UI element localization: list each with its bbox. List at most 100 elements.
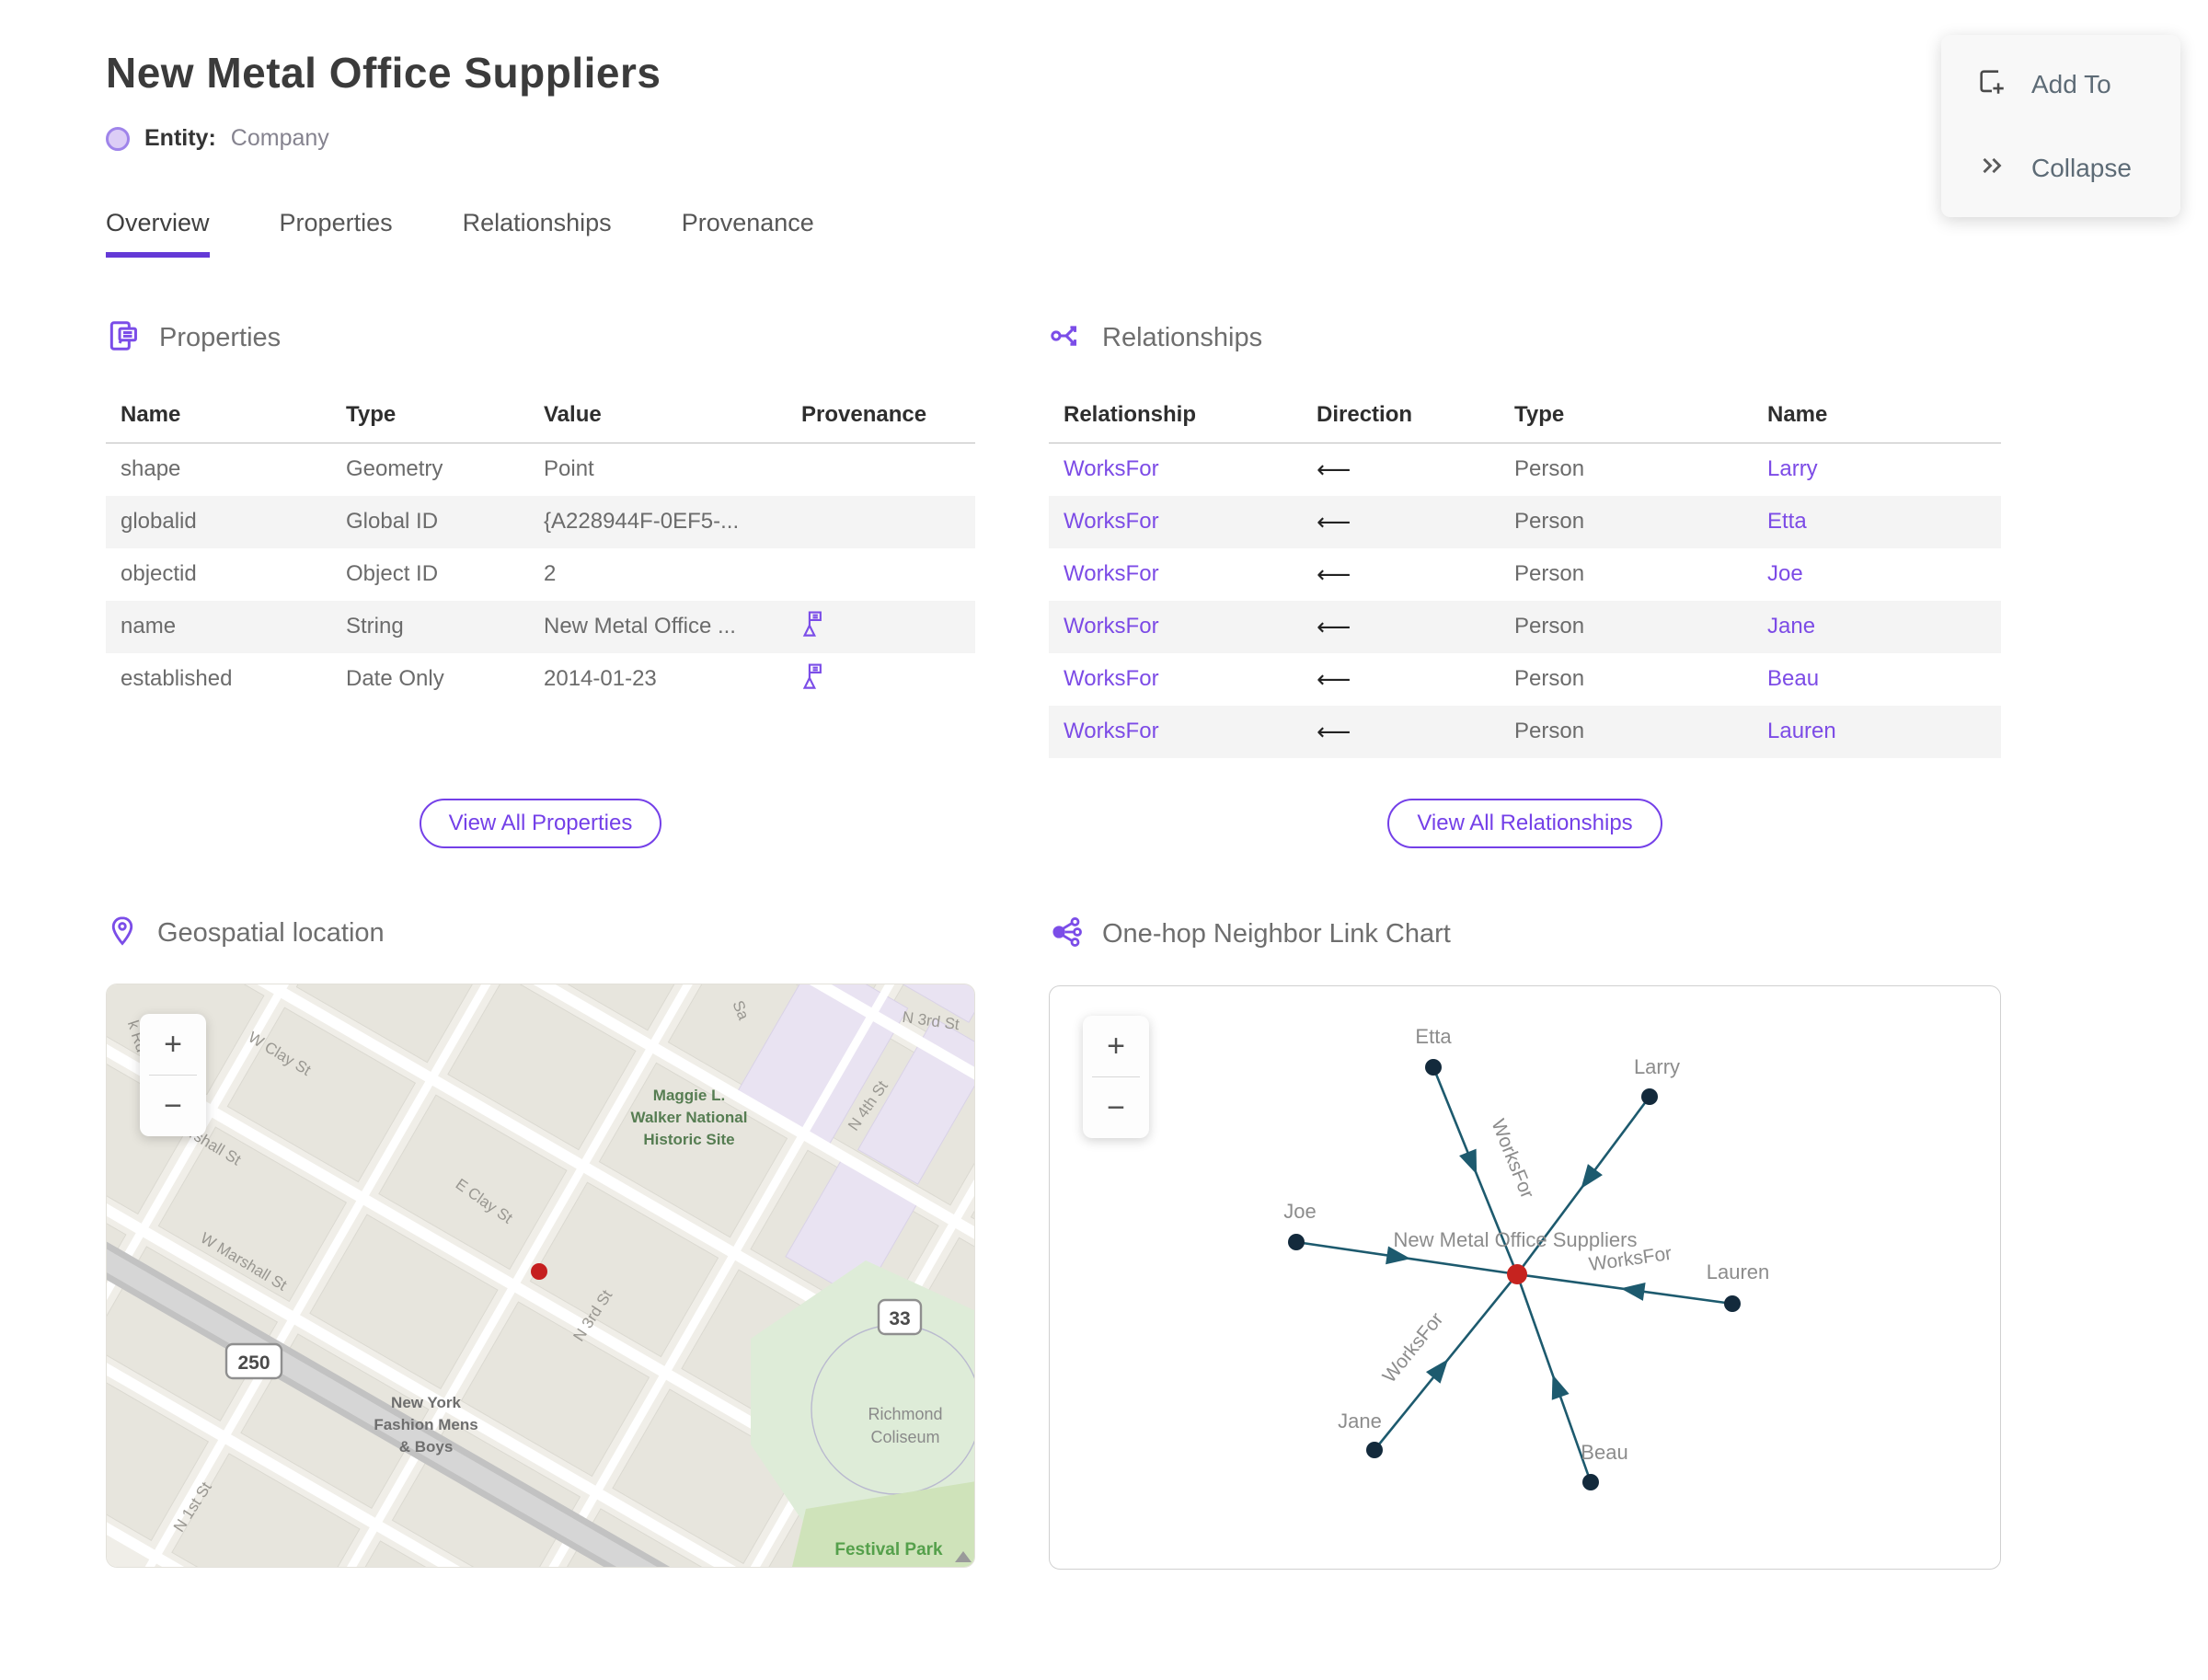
graph-center-node[interactable] <box>1507 1263 1527 1284</box>
property-type: String <box>346 614 404 639</box>
graph-node-etta[interactable] <box>1425 1058 1442 1076</box>
relationship-row: WorksFor ⟵ Person Beau <box>1049 653 2001 706</box>
properties-title: Properties <box>159 323 282 352</box>
col-header-relationship: Relationship <box>1049 389 1302 443</box>
map-label: Maggie L. <box>653 1087 725 1104</box>
tab-overview[interactable]: Overview <box>106 209 210 258</box>
map-pin-icon <box>106 915 139 952</box>
relationship-link[interactable]: WorksFor <box>1064 561 1159 586</box>
tab-properties[interactable]: Properties <box>280 209 393 258</box>
related-entity-link[interactable]: Etta <box>1767 509 1807 534</box>
chart-zoom-out-button[interactable]: − <box>1083 1077 1149 1138</box>
tab-bar: Overview Properties Relationships Proven… <box>106 209 2102 258</box>
map-label: Festival Park <box>834 1540 943 1559</box>
graph-node-label: Lauren <box>1707 1260 1770 1283</box>
graph-node-larry[interactable] <box>1641 1087 1658 1105</box>
map-zoom-control: + − <box>140 1013 206 1136</box>
relationship-link[interactable]: WorksFor <box>1064 456 1159 481</box>
graph-node-lauren[interactable] <box>1724 1295 1741 1312</box>
graph-arrowhead <box>1581 1163 1603 1189</box>
properties-section: Properties Name Type Value Provenance sh… <box>106 318 975 848</box>
direction-arrow: ⟵ <box>1317 612 1351 640</box>
property-value: Point <box>544 456 594 482</box>
col-header-direction: Direction <box>1302 389 1500 443</box>
graph-node-label: Etta <box>1415 1025 1452 1048</box>
graph-center-label: New Metal Office Suppliers <box>1394 1228 1638 1251</box>
property-row: objectid Object ID 2 <box>106 548 975 601</box>
map-label: & Boys <box>399 1438 454 1456</box>
tab-provenance[interactable]: Provenance <box>682 209 814 258</box>
map-label: Historic Site <box>643 1131 734 1148</box>
add-to-button[interactable]: Add To <box>1976 66 2180 102</box>
view-all-properties-button[interactable]: View All Properties <box>419 798 662 848</box>
map-canvas[interactable]: + − 250 33 k Rd W Clay St Sa Marshall St W Mar… <box>106 983 975 1568</box>
relationships-table: Relationship Direction Type Name WorksFo… <box>1049 389 2001 758</box>
property-provenance <box>787 496 975 548</box>
location-marker <box>531 1262 547 1280</box>
col-header-type: Type <box>1500 389 1753 443</box>
related-entity-link[interactable]: Jane <box>1767 614 1815 639</box>
property-provenance <box>787 653 975 706</box>
basemap: 25033k Rd W Clay StSaMarshall StW Marshal… <box>107 984 974 1567</box>
graph-node-joe[interactable] <box>1288 1233 1305 1250</box>
related-entity-link[interactable]: Beau <box>1767 666 1819 691</box>
chart-zoom-in-button[interactable]: + <box>1083 1016 1149 1076</box>
provenance-flag-icon[interactable] <box>801 663 824 696</box>
property-name: objectid <box>121 561 197 586</box>
view-all-relationships-button[interactable]: View All Relationships <box>1387 798 1662 848</box>
properties-table: Name Type Value Provenance shape Geometry… <box>106 389 975 706</box>
relationship-link[interactable]: WorksFor <box>1064 666 1159 691</box>
relationship-type: Person <box>1514 561 1585 586</box>
property-provenance <box>787 443 975 496</box>
direction-arrow: ⟵ <box>1317 717 1351 745</box>
property-provenance <box>787 548 975 601</box>
property-provenance <box>787 601 975 653</box>
link-chart-icon <box>1049 915 1084 954</box>
property-type: Global ID <box>346 509 439 534</box>
relationship-type: Person <box>1514 509 1585 534</box>
relationships-section: Relationships Relationship Direction Typ… <box>1049 318 2001 848</box>
related-entity-link[interactable]: Joe <box>1767 561 1803 586</box>
direction-arrow: ⟵ <box>1317 455 1351 483</box>
collapse-button[interactable]: Collapse <box>1976 150 2180 186</box>
related-entity-link[interactable]: Lauren <box>1767 719 1836 743</box>
property-value: 2014-01-23 <box>544 666 657 691</box>
property-name: globalid <box>121 509 197 534</box>
properties-table-body: shape Geometry Point globalid Global ID {A228… <box>106 443 975 706</box>
graph-node-jane[interactable] <box>1366 1441 1383 1458</box>
relationship-link[interactable]: WorksFor <box>1064 509 1159 534</box>
related-entity-link[interactable]: Larry <box>1767 456 1818 481</box>
col-header-name: Name <box>106 389 331 443</box>
property-value: 2 <box>544 561 557 586</box>
relationship-row: WorksFor ⟵ Person Larry <box>1049 443 2001 496</box>
direction-arrow: ⟵ <box>1317 664 1351 693</box>
map-zoom-in-button[interactable]: + <box>140 1014 206 1075</box>
relationship-row: WorksFor ⟵ Person Joe <box>1049 548 2001 601</box>
col-header-type: Type <box>331 389 529 443</box>
property-type: Date Only <box>346 666 444 691</box>
property-name: name <box>121 614 177 639</box>
relationship-type: Person <box>1514 456 1585 482</box>
graph-arrowhead <box>1620 1282 1646 1301</box>
actions-card: Add To Collapse <box>1941 35 2180 217</box>
provenance-flag-icon[interactable] <box>801 611 824 643</box>
graph-node-beau[interactable] <box>1582 1473 1599 1490</box>
entity-type-dot-icon <box>106 126 130 151</box>
link-chart-canvas[interactable]: + − WorksFor WorksFor WorksFor Etta Larry Joe… <box>1049 984 2001 1570</box>
map-label: Richmond <box>868 1405 942 1423</box>
property-row: shape Geometry Point <box>106 443 975 496</box>
tab-relationships[interactable]: Relationships <box>463 209 612 258</box>
relationship-link[interactable]: WorksFor <box>1064 719 1159 743</box>
relationship-row: WorksFor ⟵ Person Etta <box>1049 495 2001 548</box>
link-chart-title: One-hop Neighbor Link Chart <box>1102 918 1451 949</box>
graph-node-label: Beau <box>1581 1441 1627 1464</box>
map-zoom-out-button[interactable]: − <box>140 1076 206 1136</box>
col-header-value: Value <box>529 389 787 443</box>
relationship-type: Person <box>1514 719 1585 743</box>
geospatial-section: Geospatial location + − 250 33 k Rd W Clay … <box>106 915 975 1570</box>
relationships-table-body: WorksFor ⟵ Person Larry WorksFor ⟵ Person Etta W… <box>1049 443 2001 758</box>
relationship-link[interactable]: WorksFor <box>1064 614 1159 639</box>
edge-label: WorksFor <box>1487 1116 1537 1202</box>
link-chart-section: One-hop Neighbor Link Chart + − WorksFor… <box>1049 915 2001 1570</box>
relationships-icon <box>1049 318 1084 358</box>
